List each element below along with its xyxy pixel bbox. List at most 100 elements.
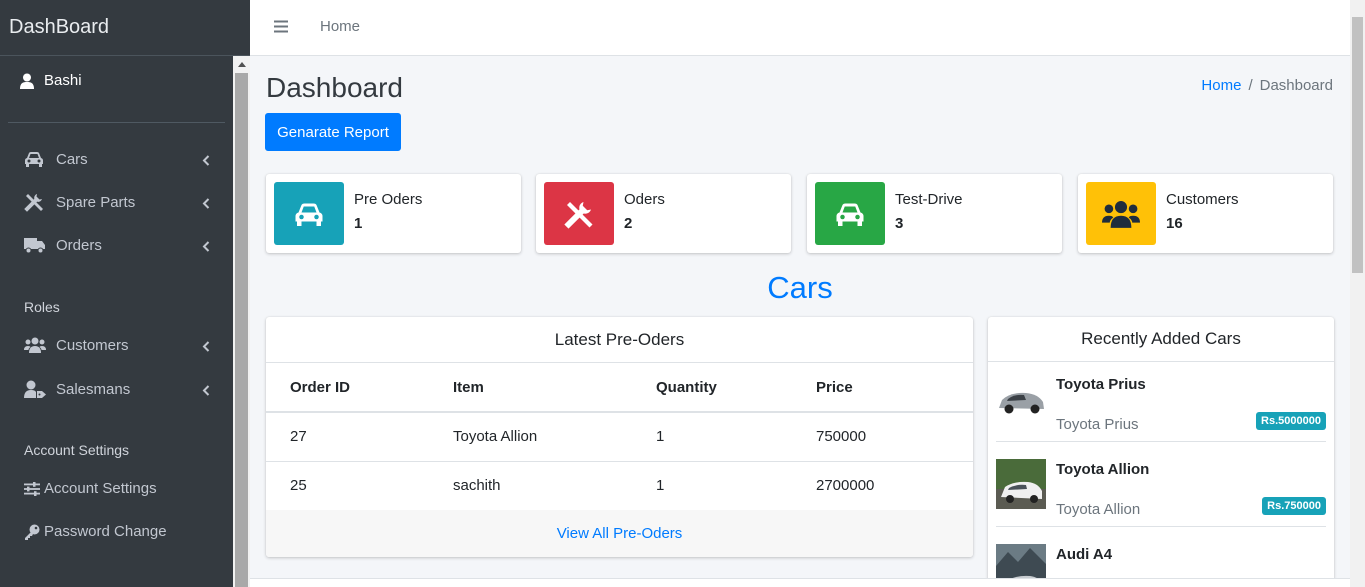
info-box-label: Customers <box>1166 191 1239 208</box>
page-title: Dashboard <box>266 72 403 103</box>
sliders-icon <box>24 481 40 496</box>
sidebar-item-account-settings[interactable]: Account Settings <box>24 480 157 497</box>
section-title-cars: Cars <box>767 270 833 305</box>
page-scrollbar-thumb[interactable] <box>1352 17 1363 273</box>
car-icon <box>274 182 344 245</box>
chevron-left-icon <box>202 383 210 400</box>
car-thumbnail-image <box>996 459 1046 509</box>
top-navbar: Home <box>250 0 1350 56</box>
info-box-value: 2 <box>624 215 633 232</box>
latest-preorders-card: Latest Pre-Oders Order ID Item Quantity … <box>266 317 973 557</box>
table-cell: 1 <box>656 477 665 495</box>
sidebar-item-salesmans[interactable]: Salesmans <box>24 374 214 404</box>
user-divider <box>8 122 225 123</box>
chevron-left-icon <box>202 339 210 356</box>
info-box-orders[interactable]: Oders 2 <box>536 174 791 253</box>
price-badge: Rs.750000 <box>1262 497 1326 515</box>
scroll-up-arrow[interactable] <box>233 56 250 72</box>
column-header: Order ID <box>266 363 429 413</box>
breadcrumb-current: Dashboard <box>1259 77 1333 94</box>
car-icon <box>815 182 885 245</box>
users-icon <box>24 337 48 353</box>
info-box-label: Pre Oders <box>354 191 423 208</box>
table-cell: 1 <box>632 412 792 462</box>
page-scrollbar[interactable] <box>1350 0 1365 587</box>
chevron-left-icon <box>202 239 210 256</box>
users-icon <box>1086 182 1156 245</box>
tools-icon <box>24 192 48 212</box>
sidebar-item-customers[interactable]: Customers <box>24 330 214 360</box>
top-home-link[interactable]: Home <box>320 18 360 35</box>
car-name[interactable]: Audi A4 <box>1056 546 1112 563</box>
user-tag-icon <box>24 380 48 398</box>
car-description: Toyota Allion <box>1056 501 1141 518</box>
column-header: Quantity <box>632 363 792 413</box>
table-cell: 2700000 <box>816 477 875 495</box>
table-cell: sachith <box>453 477 501 495</box>
preorders-table: Order ID Item Quantity Price 27 Toyota A… <box>266 363 973 510</box>
table-cell: Toyota Allion <box>429 412 632 462</box>
card-title: Recently Added Cars <box>988 317 1334 362</box>
column-header: Item <box>429 363 632 413</box>
user-name: Bashi <box>44 72 82 89</box>
column-header: Price <box>792 363 973 413</box>
main-content: Dashboard Home / Dashboard Genarate Report… <box>250 56 1350 587</box>
car-name[interactable]: Toyota Prius <box>1056 376 1146 393</box>
sidebar: DashBoard Bashi Cars Spare Parts Orders … <box>0 0 250 587</box>
truck-icon <box>24 237 48 254</box>
price-badge: Rs.5000000 <box>1256 412 1326 430</box>
info-box-customers[interactable]: Customers 16 <box>1078 174 1333 253</box>
car-icon <box>24 151 48 167</box>
menu-icon[interactable] <box>274 20 288 38</box>
user-icon <box>20 73 34 89</box>
table-row[interactable]: 27 Toyota Allion 1 750000 <box>266 412 973 462</box>
chevron-left-icon <box>202 196 210 213</box>
table-header-row: Order ID Item Quantity Price <box>266 363 973 413</box>
tools-icon <box>544 182 614 245</box>
info-box-label: Oders <box>624 191 665 208</box>
key-icon <box>24 524 40 540</box>
table-cell: 25 <box>290 477 307 495</box>
user-panel[interactable]: Bashi <box>20 72 82 89</box>
footer <box>250 578 1350 587</box>
sidebar-item-label: Spare Parts <box>56 193 136 211</box>
generate-report-button[interactable]: Genarate Report <box>265 113 401 151</box>
sidebar-scrollbar-thumb[interactable] <box>235 73 248 587</box>
brand-title: DashBoard <box>9 16 110 38</box>
info-box-value: 16 <box>1166 215 1183 232</box>
info-box-label: Test-Drive <box>895 191 963 208</box>
sidebar-scrollbar[interactable] <box>233 56 250 587</box>
sidebar-item-spare-parts[interactable]: Spare Parts <box>24 187 214 217</box>
nav-header-roles: Roles <box>24 299 60 315</box>
sidebar-item-label: Customers <box>56 336 129 354</box>
breadcrumb-separator: / <box>1248 77 1253 94</box>
car-description: Toyota Prius <box>1056 416 1139 433</box>
chevron-left-icon <box>202 153 210 170</box>
brand-link[interactable]: DashBoard <box>0 0 250 56</box>
info-box-value: 3 <box>895 215 904 232</box>
sidebar-item-label: Salesmans <box>56 380 131 398</box>
info-box-test-drive[interactable]: Test-Drive 3 <box>807 174 1062 253</box>
table-row[interactable]: 25 sachith 1 2700000 <box>266 461 973 510</box>
sidebar-item-label: Account Settings <box>44 480 157 497</box>
view-all-preorders-link[interactable]: View All Pre-Oders <box>266 510 973 557</box>
breadcrumb: Home / Dashboard <box>1201 77 1333 94</box>
breadcrumb-home-link[interactable]: Home <box>1201 77 1241 94</box>
sidebar-item-label: Cars <box>56 150 88 168</box>
sidebar-item-orders[interactable]: Orders <box>24 230 214 260</box>
sidebar-item-password-change[interactable]: Password Change <box>24 523 167 540</box>
recent-cars-card: Recently Added Cars Toyota Prius Toyota … <box>988 317 1334 587</box>
sidebar-item-label: Orders <box>56 236 102 254</box>
table-cell: 27 <box>266 412 429 462</box>
info-box-value: 1 <box>354 215 363 232</box>
list-item[interactable]: Toyota Allion Toyota Allion Rs.750000 <box>996 447 1326 527</box>
info-box-pre-orders[interactable]: Pre Oders 1 <box>266 174 521 253</box>
car-thumbnail-image <box>996 374 1046 424</box>
list-item[interactable]: Toyota Prius Toyota Prius Rs.5000000 <box>996 362 1326 442</box>
sidebar-item-label: Password Change <box>44 523 167 540</box>
car-name[interactable]: Toyota Allion <box>1056 461 1149 478</box>
table-cell: 750000 <box>792 412 973 462</box>
card-title: Latest Pre-Oders <box>266 317 973 363</box>
sidebar-item-cars[interactable]: Cars <box>24 144 214 174</box>
nav-header-account: Account Settings <box>24 442 130 458</box>
